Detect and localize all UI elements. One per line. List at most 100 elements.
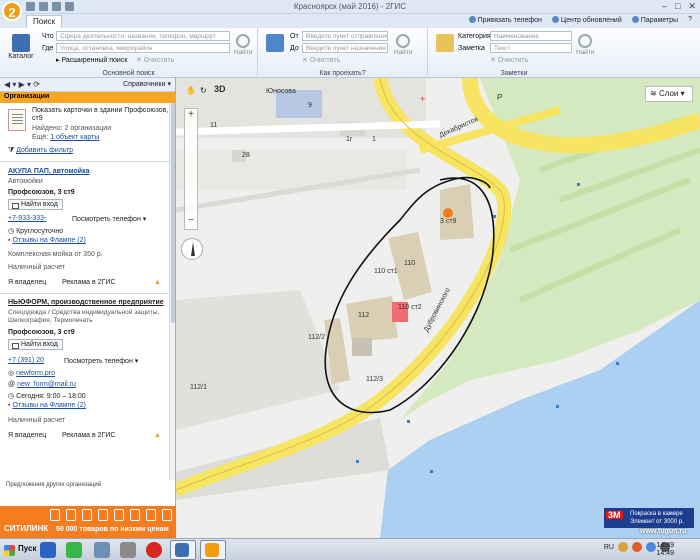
watermark: www.tugun.ru [640, 528, 687, 535]
title-bar: Красноярск (май 2016) - 2ГИС – □ ✕ [0, 0, 700, 14]
org-phone-1[interactable]: +7-933-333- [8, 215, 46, 222]
notes-find-button[interactable]: Найти [576, 34, 595, 56]
messenger-icon[interactable] [66, 542, 82, 558]
layers-button[interactable]: ≋ Слои ▾ [645, 86, 693, 102]
find-button[interactable]: Найти [234, 34, 253, 56]
map-ad-3m[interactable]: 3M Покраска в камере Элемент от 3000 р. [604, 508, 694, 528]
route-to-input[interactable]: Введите пункт назначения [302, 43, 388, 53]
tab-search[interactable]: Поиск [26, 15, 63, 28]
note-input[interactable]: Текст [490, 43, 572, 53]
minimize-icon[interactable]: – [662, 1, 667, 12]
org-address-1[interactable]: Профсоюзов, 3 ст9 [8, 189, 75, 196]
panel-nav: ◀ ▾ ▶ ▾ ⟳ Справочники ▾ [0, 78, 175, 92]
ribbon-tabbar: Поиск Привязать телефон Центр обновлений… [0, 14, 700, 28]
hand-tool-icon[interactable]: ✋ [186, 86, 196, 95]
tray-icon[interactable] [632, 542, 642, 552]
route-button[interactable] [264, 34, 286, 53]
owner-link-2[interactable]: Я владелец [8, 432, 46, 439]
add-filter-button[interactable]: ⧩ Добавить фильтр [8, 147, 73, 155]
what-input[interactable]: Сфера деятельности, название, телефон, м… [56, 31, 230, 41]
media-player-icon[interactable] [40, 542, 56, 558]
opera-icon[interactable] [146, 542, 162, 558]
nav-arrows[interactable]: ◀ ▾ ▶ ▾ ⟳ [4, 80, 40, 89]
zoom-in-button[interactable]: + [185, 109, 197, 120]
org-address-2[interactable]: Профсоюзов, 3 ст9 [8, 329, 75, 336]
group-notes: Категория Наименование Заметка Текст Най… [428, 28, 600, 78]
owner-link-1[interactable]: Я владелец [8, 279, 46, 286]
ad-link-2[interactable]: Реклама в 2ГИС [62, 432, 115, 439]
ad-link-1[interactable]: Реклама в 2ГИС [62, 279, 115, 286]
tray-icon[interactable] [646, 542, 656, 552]
explorer-icon[interactable] [94, 542, 110, 558]
warning-icon: ▲ [154, 279, 161, 286]
clock-icon: ◷ [8, 228, 15, 235]
directories-dropdown[interactable]: Справочники ▾ [123, 80, 171, 88]
close-icon[interactable]: ✕ [688, 1, 696, 12]
email-icon: @ [8, 381, 16, 388]
flamp-icon: ▪ [8, 237, 11, 244]
org-phone-2[interactable]: +7 (391) 20 [8, 357, 44, 364]
2gis-icon [205, 543, 219, 557]
clear-route-button[interactable]: ✕ Очистить [302, 56, 340, 64]
find-entrance-button-1[interactable]: Найти вход [8, 199, 63, 210]
map-view[interactable]: + P Юносова Декабристов Дубровинского 9 … [176, 78, 700, 538]
flamp-icon: ▪ [8, 402, 11, 409]
org-name-2[interactable]: НЬЮФОРМ, производственное предприятие [8, 299, 164, 306]
where-input[interactable]: Улица, остановка, микрорайон [56, 43, 230, 53]
scroll-thumb[interactable] [171, 103, 175, 323]
system-tray: RU [604, 542, 696, 552]
camera-icon [82, 509, 92, 521]
update-center-link[interactable]: Центр обновлений [551, 16, 622, 24]
document-icon [8, 109, 26, 131]
help-icon[interactable]: ? [688, 16, 692, 24]
gear-icon [631, 16, 639, 23]
catalog-button[interactable]: Каталог [8, 34, 34, 60]
show-cards-link[interactable]: Показать карточки в здании Профсоюзов, 3 [32, 107, 174, 114]
3d-button[interactable]: 3D [214, 84, 226, 94]
ribbon: Каталог Что Сфера деятельности, название… [0, 28, 700, 78]
start-button[interactable]: Пуск [2, 542, 40, 558]
org-name-1[interactable]: АКУПА ПАП, автомойка [8, 168, 90, 175]
settings-link[interactable]: Параметры [631, 16, 678, 24]
notepad-icon [436, 34, 454, 52]
reviews-link-1[interactable]: Отзывы на Флампе (2) [12, 237, 85, 244]
maximize-icon[interactable]: □ [675, 1, 680, 12]
category-select[interactable]: Наименование [490, 31, 572, 41]
email-link[interactable]: new_form@mail.ru [17, 381, 76, 388]
clock[interactable]: 14:49 14:49 [656, 542, 674, 558]
compass-icon[interactable] [181, 238, 203, 260]
building-label-3st9[interactable]: 3 ст9 [440, 218, 456, 225]
site-link[interactable]: newform.pro [16, 370, 55, 377]
show-phone-button-2[interactable]: Посмотреть телефон ▾ [64, 357, 138, 365]
more-objects-link[interactable]: 1 объект карты [50, 134, 99, 141]
tray-icon[interactable] [618, 542, 628, 552]
film-icon[interactable] [120, 542, 136, 558]
search-icon [236, 34, 251, 48]
tv-icon [114, 509, 124, 521]
app-logo[interactable]: 2 [2, 1, 22, 21]
zoom-out-button[interactable]: − [185, 215, 197, 226]
globe-icon: ◎ [8, 370, 15, 377]
window-controls: – □ ✕ [662, 1, 696, 12]
found-count: Найдено: 2 организации [32, 125, 112, 132]
find-entrance-button-2[interactable]: Найти вход [8, 339, 63, 350]
clock-icon: ◷ [8, 393, 15, 400]
group-basic-search: Каталог Что Сфера деятельности, название… [0, 28, 258, 78]
rotate-icon[interactable]: ↻ [200, 86, 207, 95]
clear-notes-button[interactable]: ✕ Очистить [490, 56, 528, 64]
left-panel: ◀ ▾ ▶ ▾ ⟳ Справочники ▾ Организации Пока… [0, 78, 176, 506]
clear-search-button[interactable]: ✕ Очистить [136, 56, 174, 64]
language-indicator[interactable]: RU [604, 544, 614, 551]
route-find-button[interactable]: Найти [394, 34, 413, 56]
sitilink-banner[interactable]: СИТИЛИНК 50 000 товаров по низким ценам [0, 506, 176, 538]
notes-button[interactable] [434, 34, 456, 53]
reviews-link-2[interactable]: Отзывы на Флампе (2) [12, 402, 85, 409]
advanced-search-button[interactable]: ▸ Расширенный поиск [56, 56, 127, 64]
panel-scrollbar[interactable] [169, 103, 175, 487]
update-icon [551, 16, 559, 23]
search-icon [396, 34, 411, 48]
bind-phone-link[interactable]: Привязать телефон [468, 16, 542, 24]
route-from-input[interactable]: Введите пункт отправления [302, 31, 388, 41]
show-phone-button-1[interactable]: Посмотреть телефон ▾ [72, 215, 146, 223]
zoom-slider[interactable]: + − [184, 108, 198, 230]
